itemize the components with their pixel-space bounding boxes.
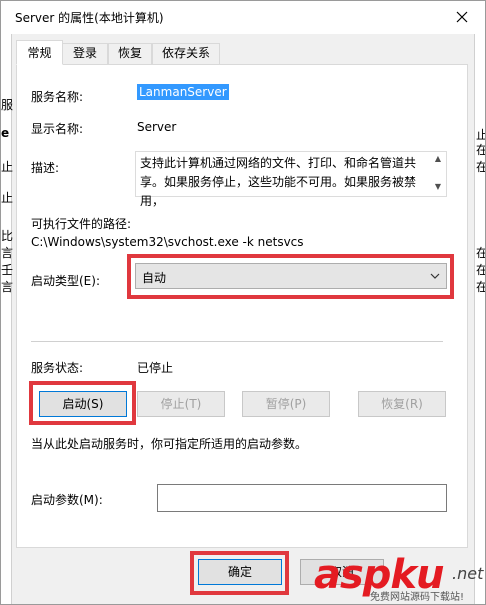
display-name-label: 显示名称: [31, 122, 84, 136]
resume-button[interactable]: 恢复(R) [358, 391, 446, 417]
start-params-label: 启动参数(M): [31, 493, 103, 507]
watermark-tld: .net [452, 564, 484, 583]
tab-general[interactable]: 常规 [16, 40, 63, 65]
scroll-up-icon[interactable]: ▲ [432, 154, 444, 166]
description-text: 支持此计算机通过网络的文件、打印、和命名管道共享。如果服务停止，这些功能不可用。… [140, 156, 417, 208]
start-params-input[interactable] [157, 484, 447, 512]
start-params-hint: 当从此处启动服务时，你可指定所适用的启动参数。 [31, 437, 308, 451]
path-value[interactable]: C:\Windows\system32\svchost.exe -k netsv… [31, 235, 304, 249]
startup-type-select[interactable]: 自动 [135, 263, 447, 289]
service-status-label: 服务状态: [31, 361, 84, 375]
watermark-logo: aspku .net 免费网站源码下载站! [314, 552, 486, 605]
general-tab-panel: 服务名称: LanmanServer 显示名称: Server 描述: 支持此计… [16, 64, 468, 548]
path-label: 可执行文件的路径: [31, 217, 132, 231]
close-icon [456, 11, 468, 23]
service-name-label: 服务名称: [31, 90, 84, 104]
service-name-value[interactable]: LanmanServer [137, 84, 229, 100]
watermark-tagline: 免费网站源码下载站! [370, 592, 465, 603]
tab-dependencies[interactable]: 依存关系 [152, 43, 220, 64]
title-bar[interactable]: Server 的属性(本地计算机) [1, 1, 485, 34]
pause-button[interactable]: 暂停(P) [242, 391, 330, 417]
chevron-down-icon [430, 273, 440, 279]
start-button[interactable]: 启动(S) [39, 391, 127, 417]
description-box[interactable]: 支持此计算机通过网络的文件、打印、和命名管道共享。如果服务停止，这些功能不可用。… [135, 151, 447, 208]
service-status-value: 已停止 [137, 361, 174, 375]
window-title: Server 的属性(本地计算机) [15, 11, 164, 25]
close-button[interactable] [439, 1, 485, 33]
tab-recovery[interactable]: 恢复 [108, 43, 152, 64]
stop-button[interactable]: 停止(T) [137, 391, 225, 417]
ok-button[interactable]: 确定 [198, 559, 282, 585]
startup-type-value: 自动 [142, 271, 167, 285]
description-label: 描述: [31, 161, 60, 175]
display-name-value[interactable]: Server [137, 120, 176, 134]
section-divider [31, 341, 443, 342]
startup-type-label: 启动类型(E): [31, 274, 100, 288]
scroll-down-icon[interactable]: ▼ [432, 182, 444, 194]
tab-logon[interactable]: 登录 [62, 43, 108, 64]
